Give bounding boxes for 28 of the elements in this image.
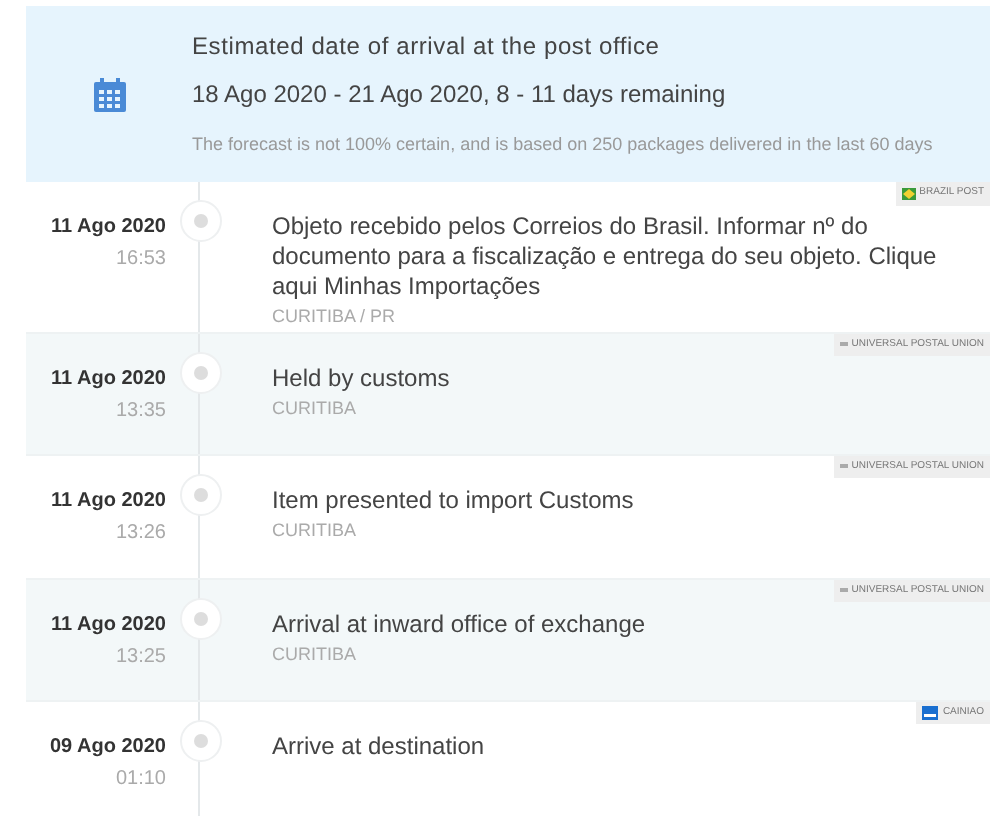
event-date: 09 Ago 2020 [50,733,166,761]
event-date: 11 Ago 2020 [51,214,166,242]
event-description: Arrival at inward office of exchange [272,609,648,639]
flag-icon [901,187,916,200]
dash-icon [839,588,848,593]
event-location: CURITIBA [272,641,359,667]
event-location: CURITIBA [272,395,359,421]
estimate-title: Estimated date of arrival at the post office [192,30,662,65]
event-description: Item presented to import Customs [272,485,636,515]
dash-icon [839,464,848,469]
event-description: Objeto recebido pelos Correios do Brasil. Informar nº do documento para a fiscalização e entrega do seu objeto. Clique aqui Minhas Importações [272,212,939,302]
event-time: 01:10 [115,765,166,793]
event-description: Held by customs [272,363,452,393]
estimate-range: 18 Ago 2020 - 21 Ago 2020, 8 - 11 days remaining [192,78,728,113]
event-location: CURITIBA [272,517,359,543]
event-time: 13:25 [115,643,166,671]
forecast-note: The forecast is not 100% certain, and is based on 250 packages delivered in the last 60 days [192,132,933,159]
dash-icon [839,342,848,347]
event-date: 11 Ago 2020 [51,487,166,515]
event-time: 13:26 [115,519,166,547]
event-time: 16:53 [115,246,166,274]
event-date: 11 Ago 2020 [51,611,166,639]
calendar-icon [93,77,125,111]
event-date: 11 Ago 2020 [51,365,166,393]
event-location: CURITIBA / PR [272,304,398,330]
event-description: Arrive at destination [272,731,487,761]
event-time: 13:35 [115,397,166,425]
carrier-logo-icon [922,705,939,720]
